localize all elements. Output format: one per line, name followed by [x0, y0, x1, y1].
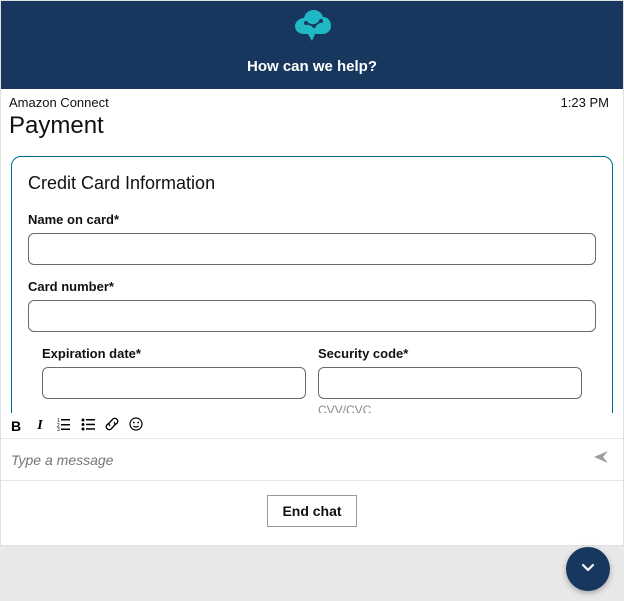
card-number-input[interactable]: [28, 300, 596, 332]
security-code-label: Security code*: [318, 346, 582, 361]
security-code-hint: CVV/CVC: [318, 403, 582, 413]
svg-text:3: 3: [57, 427, 60, 431]
message-meta: Amazon Connect 1:23 PM: [1, 89, 623, 110]
sender-name: Amazon Connect: [9, 95, 109, 110]
name-on-card-input[interactable]: [28, 233, 596, 265]
name-on-card-label: Name on card*: [28, 212, 596, 227]
italic-icon[interactable]: I: [31, 418, 49, 434]
format-toolbar: B I 123: [1, 413, 623, 439]
expiration-input[interactable]: [42, 367, 306, 399]
message-composer: [1, 439, 623, 481]
security-code-input[interactable]: [318, 367, 582, 399]
card-title: Credit Card Information: [28, 173, 596, 194]
message-time: 1:23 PM: [561, 95, 609, 110]
bold-icon[interactable]: B: [7, 418, 25, 434]
security-code-field: Security code* CVV/CVC: [318, 346, 582, 413]
message-input[interactable]: [11, 452, 589, 468]
cloud-chat-icon: [289, 9, 335, 54]
chat-body[interactable]: Amazon Connect 1:23 PM Payment Credit Ca…: [1, 89, 623, 413]
unordered-list-icon[interactable]: [79, 417, 97, 434]
card-number-label: Card number*: [28, 279, 596, 294]
chat-widget: How can we help? Amazon Connect 1:23 PM …: [0, 0, 624, 546]
chevron-down-icon: [579, 558, 597, 581]
ordered-list-icon[interactable]: 123: [55, 417, 73, 434]
header-title: How can we help?: [1, 58, 623, 75]
card-number-field: Card number*: [28, 279, 596, 332]
chat-header: How can we help?: [1, 1, 623, 89]
name-on-card-field: Name on card*: [28, 212, 596, 265]
send-icon[interactable]: [589, 449, 613, 470]
page-title: Payment: [1, 110, 623, 156]
minimize-chat-button[interactable]: [566, 547, 610, 591]
emoji-icon[interactable]: [127, 417, 145, 434]
chat-footer: End chat: [1, 481, 623, 545]
end-chat-button[interactable]: End chat: [267, 495, 356, 527]
credit-card-form: Credit Card Information Name on card* Ca…: [11, 156, 613, 413]
expiration-label: Expiration date*: [42, 346, 306, 361]
link-icon[interactable]: [103, 417, 121, 434]
expiration-field: Expiration date*: [42, 346, 306, 413]
